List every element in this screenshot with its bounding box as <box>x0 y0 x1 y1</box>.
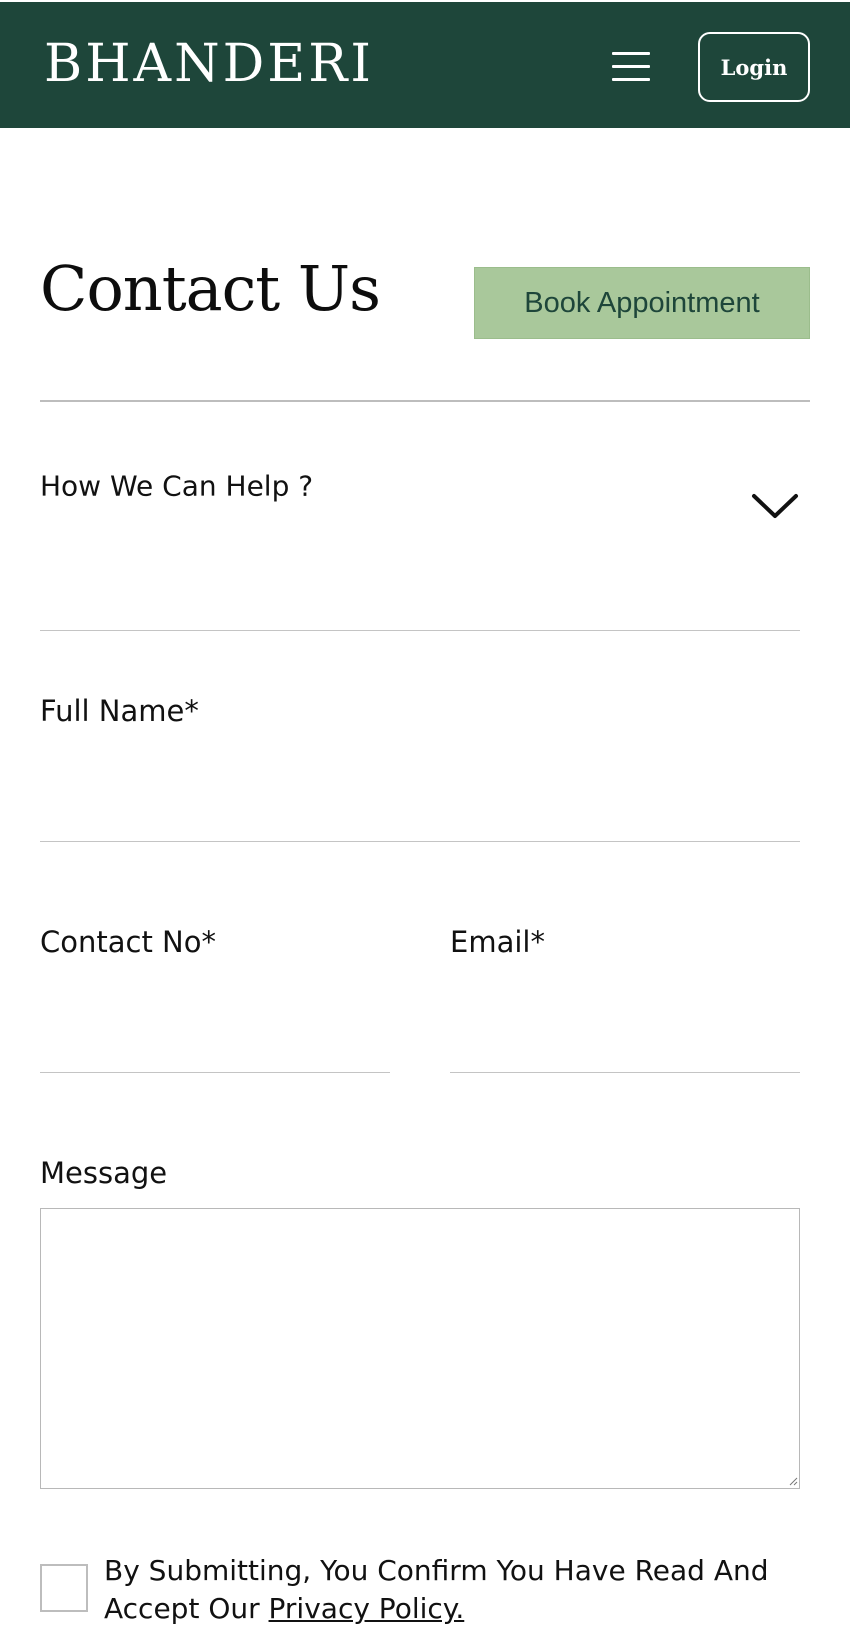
email-label: Email* <box>450 925 545 959</box>
login-button[interactable]: Login <box>698 32 810 102</box>
message-label: Message <box>40 1156 168 1190</box>
privacy-policy-link[interactable]: Privacy Policy. <box>269 1592 465 1625</box>
full-name-underline <box>40 841 800 842</box>
full-name-input[interactable] <box>40 770 800 810</box>
contact-no-label: Contact No* <box>40 925 216 959</box>
consent-text: By Submitting, You Confirm You Have Read… <box>104 1552 824 1628</box>
consent-checkbox[interactable] <box>40 1564 88 1612</box>
chevron-down-icon <box>752 494 798 518</box>
contact-no-underline <box>40 1072 390 1073</box>
title-divider <box>40 400 810 402</box>
help-topic-select[interactable]: How We Can Help ? <box>40 450 800 530</box>
help-topic-label: How We Can Help ? <box>40 469 314 503</box>
full-name-label: Full Name* <box>40 694 199 728</box>
message-textarea[interactable] <box>40 1208 800 1489</box>
book-appointment-button[interactable]: Book Appointment <box>474 267 810 339</box>
email-input[interactable] <box>450 1000 800 1040</box>
site-header: BHANDERI Login <box>0 2 850 128</box>
contact-no-input[interactable] <box>40 1000 390 1040</box>
brand-logo[interactable]: BHANDERI <box>44 38 374 90</box>
page-title: Contact Us <box>40 252 381 325</box>
resize-grip-icon[interactable] <box>788 1476 798 1486</box>
hamburger-menu-icon[interactable] <box>610 50 652 84</box>
email-underline <box>450 1072 800 1073</box>
help-select-underline <box>40 630 800 631</box>
